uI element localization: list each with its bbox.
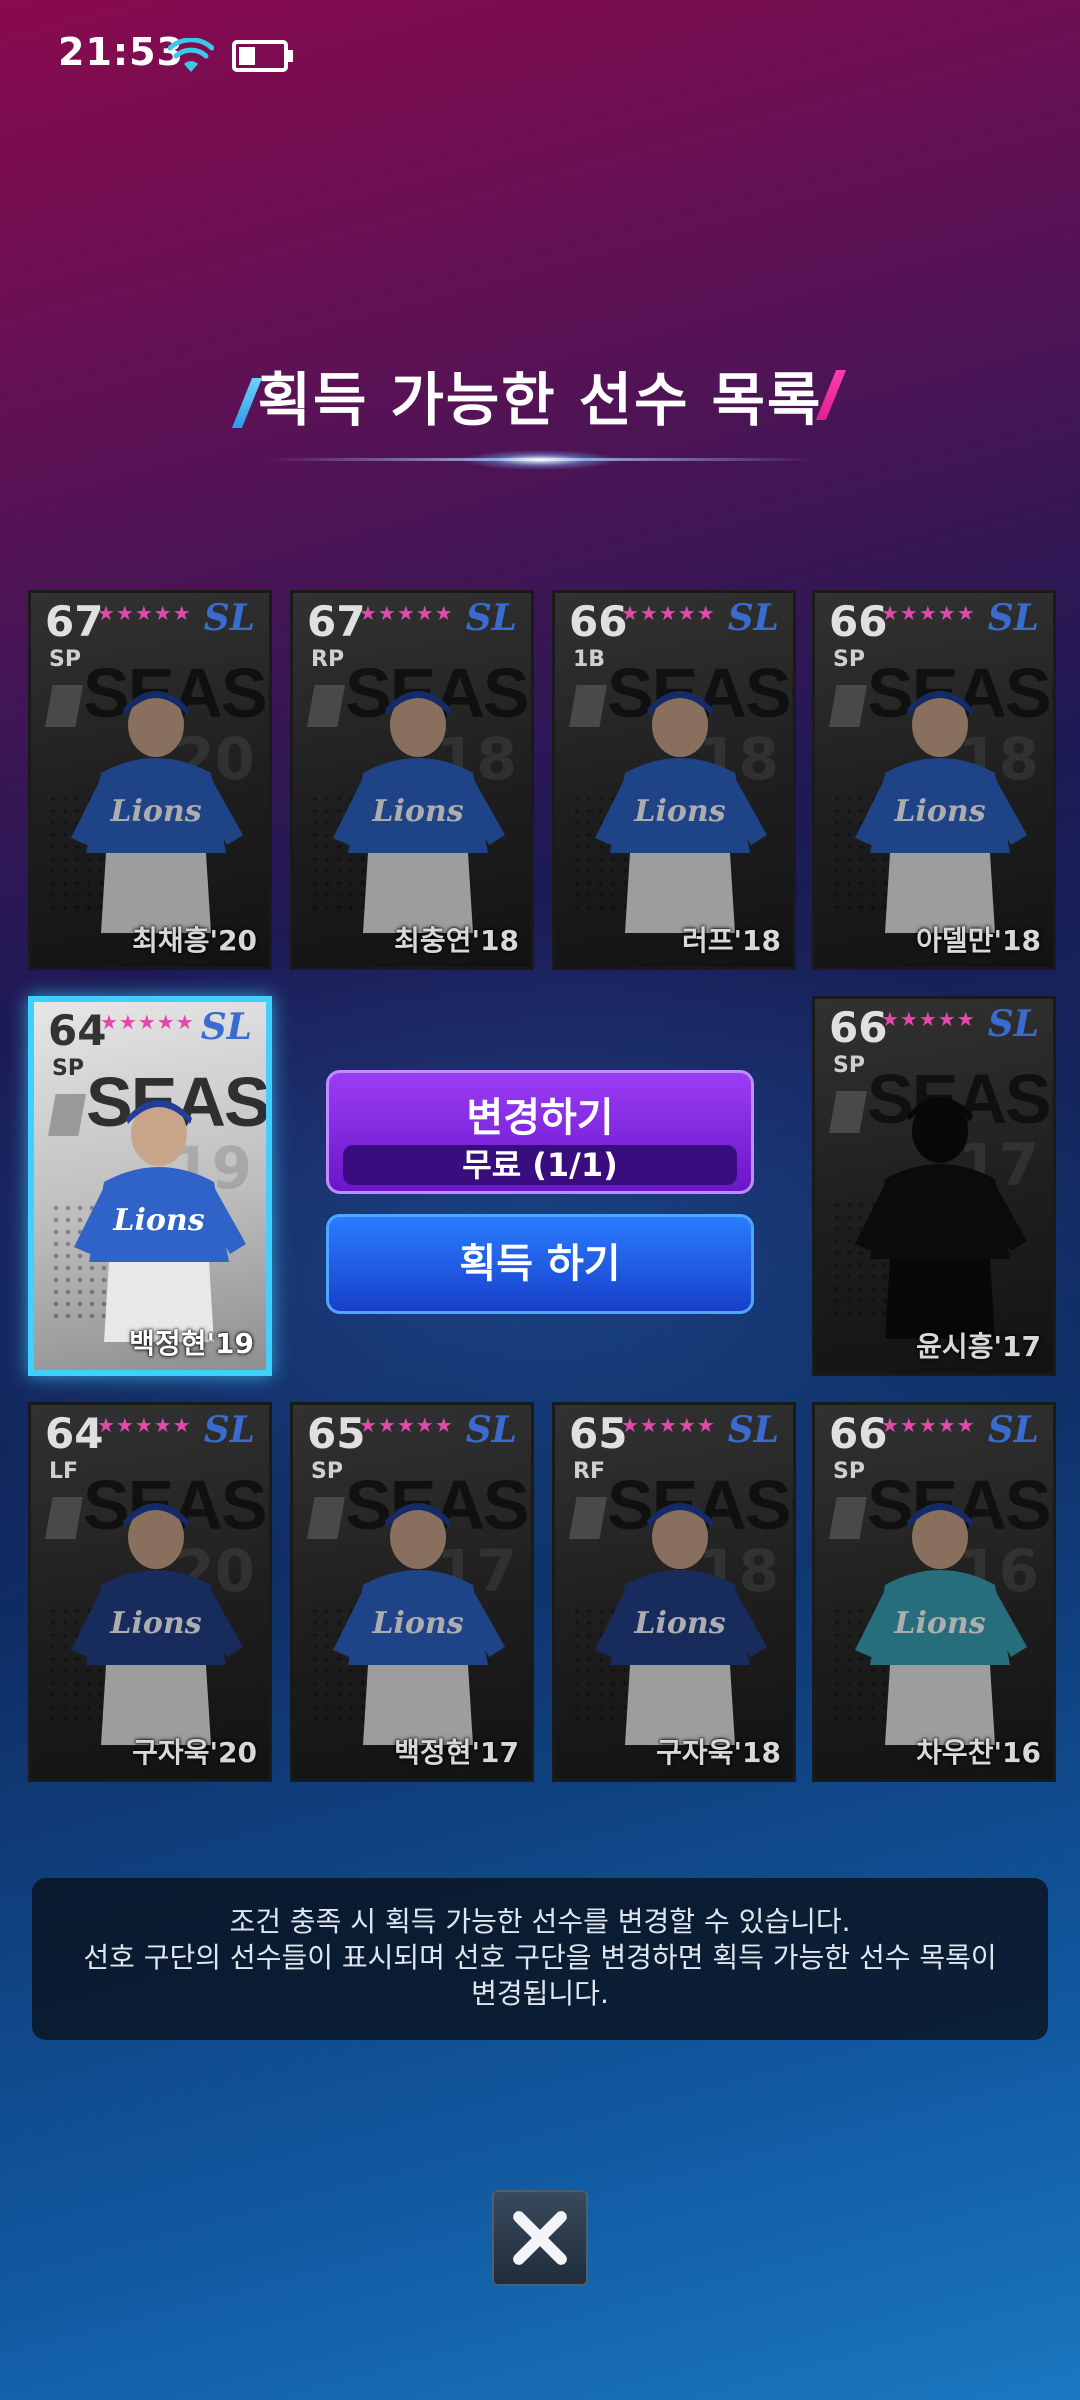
team-logo: SL [203,597,255,639]
card-stars: ★★★★★ [359,1413,454,1437]
svg-text:Lions: Lions [112,1203,204,1238]
card-stars: ★★★★★ [97,1413,192,1437]
card-overall: 64 [45,1409,104,1458]
player-card[interactable]: SEASON 20 Lions 64 LF ★★★★★ SL 구자욱'20 [28,1402,272,1782]
card-player-name: 러프'18 [681,924,781,957]
info-panel: 조건 충족 시 획득 가능한 선수를 변경할 수 있습니다. 선호 구단의 선수… [32,1878,1048,2040]
info-line-1: 조건 충족 시 획득 가능한 선수를 변경할 수 있습니다. [229,1905,851,1938]
player-card[interactable]: SEASON 18 Lions 66 SP ★★★★★ SL 아델만'18 [812,590,1056,970]
card-overall: 67 [307,597,366,646]
status-clock: 21:53 [58,30,184,74]
card-stars: ★★★★★ [621,601,716,625]
card-stars: ★★★★★ [100,1010,195,1034]
card-stars: ★★★★★ [621,1413,716,1437]
team-logo: SL [727,597,779,639]
player-image: Lions [74,1100,246,1342]
card-overall: 64 [48,1006,107,1055]
card-position: SP [833,1053,865,1078]
change-button[interactable]: 변경하기 무료 (1/1) [326,1070,754,1194]
card-player-name: 최채흥'20 [132,924,257,957]
card-overall: 67 [45,597,104,646]
card-player-name: 백정현'17 [394,1736,519,1769]
card-player-name: 아델만'18 [916,924,1041,957]
team-logo: SL [987,597,1039,639]
player-card[interactable]: SEASON 18 Lions 65 RF ★★★★★ SL 구자욱'18 [552,1402,796,1782]
card-position: LF [49,1459,79,1484]
card-overall: 65 [569,1409,628,1458]
player-card[interactable]: SEASON 18 Lions 67 RP ★★★★★ SL 최충연'18 [290,590,534,970]
player-card[interactable]: SEASON 17 Lions 65 SP ★★★★★ SL 백정현'17 [290,1402,534,1782]
acquire-button[interactable]: 획득 하기 [326,1214,754,1314]
team-logo: SL [465,1409,517,1451]
battery-icon [232,40,293,72]
card-player-name: 구자욱'18 [656,1736,781,1769]
title-glow [460,450,620,470]
card-stars: ★★★★★ [359,601,454,625]
player-card[interactable]: SEASON 17 66 SP ★★★★★ SL 윤시흥'17 [812,996,1056,1376]
info-line-3: 변경됩니다. [471,1977,609,2010]
card-position: 1B [573,647,606,672]
player-card[interactable]: SEASON 18 Lions 66 1B ★★★★★ SL 러프'18 [552,590,796,970]
card-player-name: 차우찬'16 [916,1736,1041,1769]
team-logo: SL [987,1003,1039,1045]
team-logo: SL [465,597,517,639]
card-overall: 66 [829,1409,888,1458]
player-card[interactable]: SEASON 19 Lions 64 SP ★★★★★ SL 백정현'19 [28,996,272,1376]
change-cost-label: 무료 (1/1) [343,1145,737,1185]
card-player-name: 윤시흥'17 [916,1330,1041,1363]
player-card[interactable]: SEASON 16 Lions 66 SP ★★★★★ SL 차우찬'16 [812,1402,1056,1782]
card-player-name: 구자욱'20 [132,1736,257,1769]
card-position: SP [52,1056,84,1081]
card-position: SP [311,1459,343,1484]
card-position: SP [833,1459,865,1484]
change-button-label: 변경하기 [466,1095,614,1141]
team-logo: SL [200,1006,252,1048]
status-bar: 21:53 [0,0,1080,110]
card-player-name: 최충연'18 [394,924,519,957]
card-overall: 65 [307,1409,366,1458]
card-stars: ★★★★★ [881,1413,976,1437]
card-stars: ★★★★★ [881,1007,976,1031]
wifi-icon [168,38,214,72]
close-button[interactable] [492,2190,588,2286]
card-player-name: 백정현'19 [129,1327,254,1360]
page-title: 획득 가능한 선수 목록 [257,366,823,434]
info-line-2: 선호 구단의 선수들이 표시되며 선호 구단을 변경하면 획득 가능한 선수 목… [83,1941,997,1974]
close-icon [513,2211,567,2265]
card-position: RP [311,647,345,672]
card-position: SP [49,647,81,672]
card-stars: ★★★★★ [881,601,976,625]
card-position: RF [573,1459,605,1484]
card-overall: 66 [829,1003,888,1052]
card-stars: ★★★★★ [97,601,192,625]
player-card[interactable]: SEASON 20 Lions 67 SP ★★★★★ SL 최채흥'20 [28,590,272,970]
team-logo: SL [987,1409,1039,1451]
card-overall: 66 [829,597,888,646]
team-logo: SL [203,1409,255,1451]
team-logo: SL [727,1409,779,1451]
card-position: SP [833,647,865,672]
card-overall: 66 [569,597,628,646]
